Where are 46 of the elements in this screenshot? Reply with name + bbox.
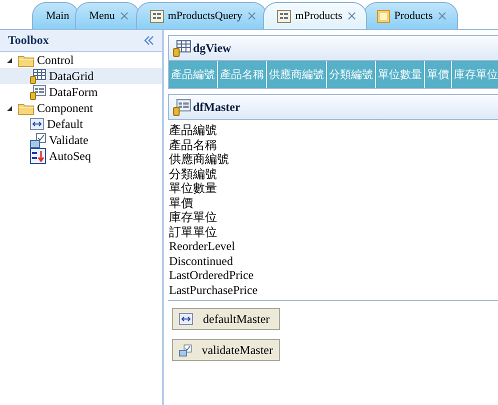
tab[interactable]: mProductsQuery × — [136, 2, 268, 29]
default-icon — [179, 313, 193, 325]
expander-icon[interactable] — [6, 56, 13, 64]
field-label: 產品編號 — [169, 123, 218, 138]
validate-icon — [179, 342, 192, 358]
panel-title: dfMaster — [193, 100, 240, 114]
default-icon — [30, 118, 44, 130]
tab[interactable]: Menu × — [75, 2, 140, 29]
tree-item[interactable]: Default — [0, 116, 162, 132]
field-label: 訂單單位 — [169, 224, 218, 239]
panel-title: Toolbox — [8, 33, 49, 48]
expander-icon[interactable] — [6, 104, 13, 112]
page-icon — [377, 10, 390, 22]
form-icon — [150, 10, 164, 22]
field-label: 產品名稱 — [169, 138, 218, 152]
tree-item[interactable]: Validate — [0, 132, 162, 148]
tab[interactable]: Main — [32, 2, 80, 29]
tab[interactable]: mProducts × — [263, 2, 368, 29]
validate-icon — [30, 132, 46, 148]
tree-item[interactable]: DataForm — [0, 84, 162, 100]
grid-icon — [30, 68, 46, 84]
folder-icon — [18, 102, 34, 114]
form-icon — [173, 98, 191, 116]
field-label: 單位數量 — [169, 181, 218, 196]
component-button[interactable]: defaultMaster — [172, 308, 280, 330]
tree-item[interactable]: DataGrid — [0, 68, 162, 84]
field-label: 庫存單位 — [169, 210, 218, 224]
field-label: 單價 — [169, 196, 194, 210]
field-label: Discontinued — [169, 254, 234, 268]
field-label: 分類編號 — [169, 166, 218, 181]
collapse-icon[interactable] — [144, 36, 154, 45]
form-icon — [277, 10, 292, 22]
field-label: ReorderLevel — [169, 239, 236, 254]
grid-icon — [173, 40, 191, 56]
component-button[interactable]: validateMaster — [172, 339, 280, 361]
tree-item[interactable]: Component — [0, 100, 162, 116]
field-label: 供應商編號 — [169, 152, 230, 166]
tree-item[interactable]: AutoSeq — [0, 148, 162, 164]
tab[interactable]: Products × — [363, 2, 458, 29]
field-label: LastOrderedPrice — [169, 268, 255, 282]
field-label: LastPurchasePrice — [169, 282, 259, 297]
folder-icon — [18, 54, 34, 66]
tree-item[interactable]: Control — [0, 52, 162, 68]
autoseq-icon — [30, 148, 46, 164]
panel-title: dgView — [193, 40, 232, 56]
form-icon — [30, 84, 46, 100]
